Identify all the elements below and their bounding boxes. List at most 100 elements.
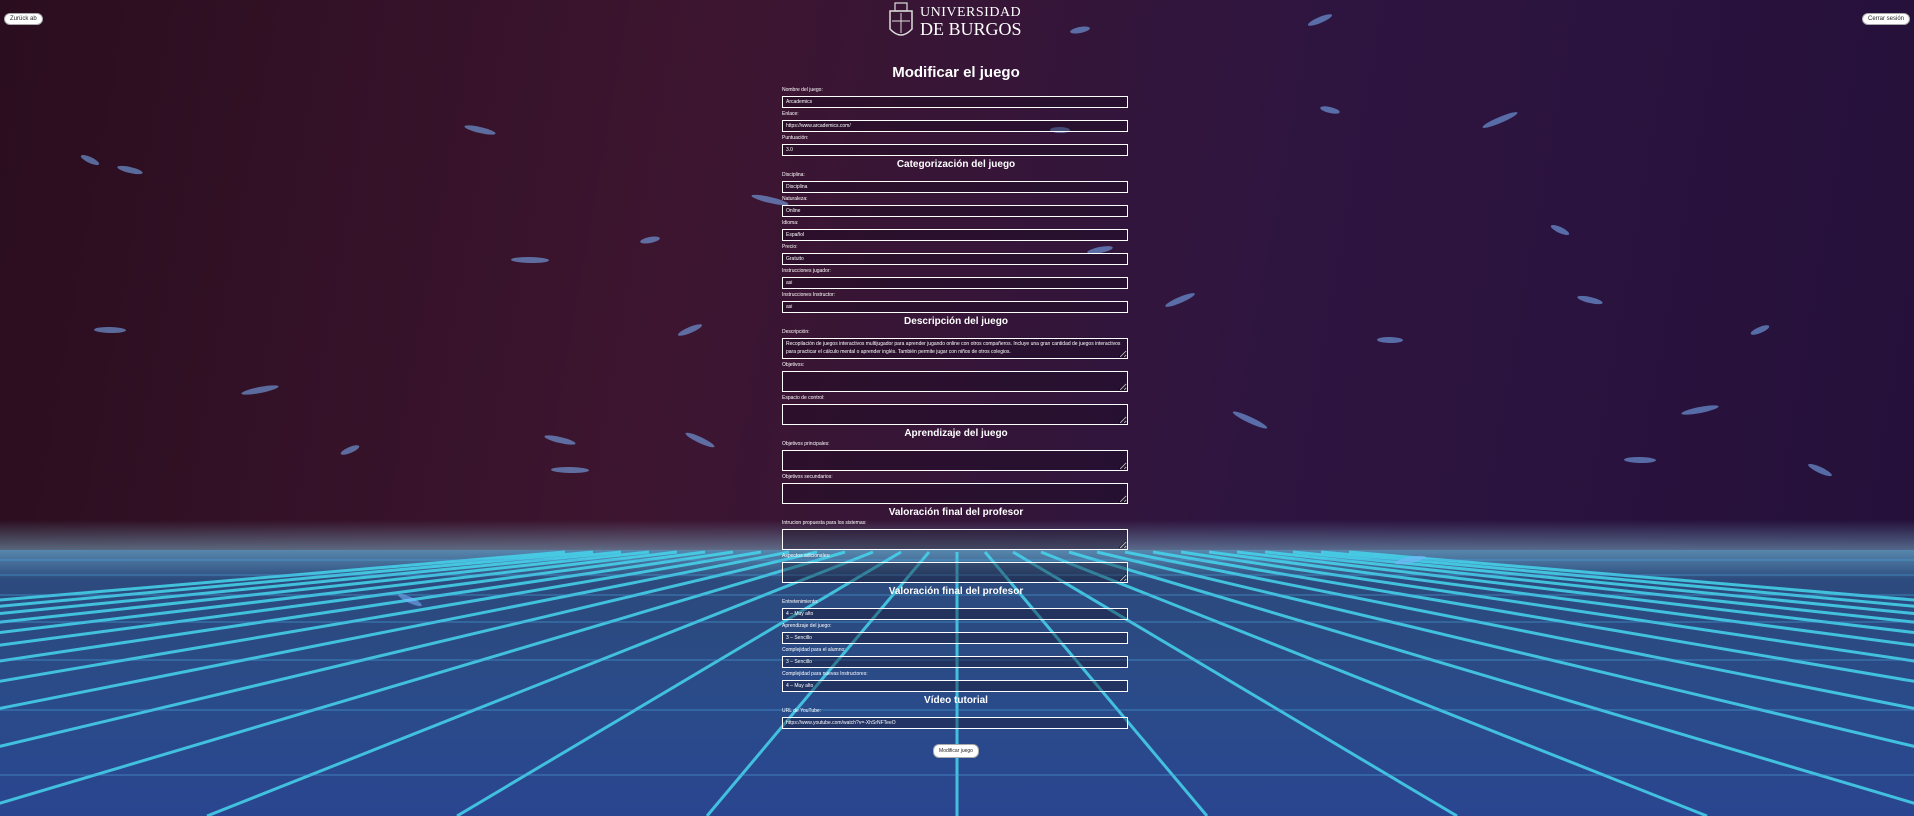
particle <box>1232 411 1268 429</box>
logo-line2: DE BURGOS <box>920 19 1022 39</box>
particle <box>340 445 360 455</box>
label-objetivos: Objetivos: <box>782 362 805 368</box>
idioma-input[interactable] <box>782 229 1128 241</box>
section-aprendizaje: Aprendizaje del juego <box>904 428 1008 439</box>
enlace-input[interactable] <box>782 120 1128 132</box>
grid-line <box>1040 550 1708 816</box>
instr-jugador-input[interactable] <box>782 277 1128 289</box>
obj-secundarios-textarea[interactable] <box>782 483 1128 504</box>
field-espacio: Espacio de control: <box>782 395 1130 425</box>
label-espacio: Espacio de control: <box>782 395 825 401</box>
field-puntuacion: Puntuación: <box>782 135 1130 156</box>
particle <box>1750 325 1770 335</box>
submit-button[interactable]: Modificar juego <box>933 744 979 758</box>
field-precio: Precio: <box>782 244 1130 265</box>
label-puntuacion: Puntuación: <box>782 135 809 141</box>
field-objetivos: Objetivos: <box>782 362 1130 392</box>
field-aspectos: Aspectos adicionales: <box>782 553 1130 583</box>
label-youtube: URL de YouTube: <box>782 708 822 714</box>
naturaleza-input[interactable] <box>782 205 1128 217</box>
page-title: Modificar el juego <box>892 64 1020 81</box>
particle <box>1320 106 1340 114</box>
disciplina-input[interactable] <box>782 181 1128 193</box>
particle <box>677 324 703 336</box>
crest-icon <box>889 2 913 36</box>
field-instr-jugador: Instrucciones jugador: <box>782 268 1130 289</box>
particle <box>544 435 576 445</box>
particle <box>241 385 279 395</box>
complejidad-alumno-select[interactable] <box>782 656 1128 668</box>
particle <box>1482 112 1518 128</box>
label-enlace: Enlace: <box>782 111 799 117</box>
label-instr-jugador: Instrucciones jugador: <box>782 268 831 274</box>
label-aspectos: Aspectos adicionales: <box>782 553 831 559</box>
label-obj-secundarios: Objetivos secundarios: <box>782 474 833 480</box>
section-valoracion-1: Valoración final del profesor <box>888 507 1024 518</box>
particle <box>551 466 589 474</box>
particle <box>1307 14 1333 26</box>
puntuacion-input[interactable] <box>782 144 1128 156</box>
youtube-url-input[interactable] <box>782 717 1128 729</box>
field-enlace: Enlace: <box>782 111 1130 132</box>
field-descripcion: Descripción: Recopilación de juegos inte… <box>782 329 1130 359</box>
section-video: Vídeo tutorial <box>924 695 988 706</box>
logout-button[interactable]: Cerrar sesión <box>1861 13 1910 25</box>
back-button[interactable]: Zurück ab <box>4 13 43 25</box>
particle <box>1624 456 1656 464</box>
field-idioma: Idioma: <box>782 220 1130 241</box>
particle <box>511 256 549 264</box>
section-valoracion-2: Valoración final del profesor <box>888 586 1024 597</box>
aspectos-textarea[interactable] <box>782 562 1128 583</box>
complejidad-instr-select[interactable] <box>782 680 1128 692</box>
label-nombre: Nombre del juego: <box>782 87 823 93</box>
precio-input[interactable] <box>782 253 1128 265</box>
particle <box>80 154 100 166</box>
field-disciplina: Disciplina: <box>782 172 1130 193</box>
label-complejidad-alumno: Complejidad para el alumno: <box>782 647 846 653</box>
submit-wrap: Modificar juego <box>782 739 1130 758</box>
particle <box>117 165 143 175</box>
aprendizaje-select[interactable] <box>782 632 1128 644</box>
particle <box>1165 293 1195 307</box>
field-naturaleza: Naturaleza: <box>782 196 1130 217</box>
label-aprendizaje: Aprendizaje del juego: <box>782 623 832 629</box>
entretenimiento-select[interactable] <box>782 608 1128 620</box>
field-nombre: Nombre del juego: <box>782 87 1130 108</box>
field-obj-principales: Objetivos principales: <box>782 441 1130 471</box>
particle <box>1577 295 1603 305</box>
field-instr-instructor: Instrucciones Instructor: <box>782 292 1130 313</box>
particle <box>1070 26 1090 34</box>
label-instr-instructor: Instrucciones Instructor: <box>782 292 836 298</box>
field-complejidad-instr: Complejidad para nuevas Instructores: <box>782 671 1130 692</box>
particle <box>464 125 496 135</box>
particle <box>94 326 126 334</box>
obj-principales-textarea[interactable] <box>782 450 1128 471</box>
descripcion-textarea[interactable]: Recopilación de juegos interactivos mult… <box>782 338 1128 359</box>
grid-line <box>206 550 874 816</box>
field-aprendizaje: Aprendizaje del juego: <box>782 623 1130 644</box>
particle <box>640 236 660 244</box>
label-complejidad-instr: Complejidad para nuevas Instructores: <box>782 671 868 677</box>
label-precio: Precio: <box>782 244 798 250</box>
instr-instructor-input[interactable] <box>782 301 1128 313</box>
particle <box>1377 336 1403 344</box>
label-idioma: Idioma: <box>782 220 799 226</box>
espacio-textarea[interactable] <box>782 404 1128 425</box>
label-naturaleza: Naturaleza: <box>782 196 808 202</box>
logo-line1: UNIVERSIDAD <box>920 5 1022 20</box>
particle <box>685 432 715 448</box>
objetivos-textarea[interactable] <box>782 371 1128 392</box>
field-mejoras: Intrucion propuesta para los sistemas: <box>782 520 1130 550</box>
particle <box>1550 224 1570 236</box>
mejoras-textarea[interactable] <box>782 529 1128 550</box>
label-mejoras: Intrucion propuesta para los sistemas: <box>782 520 867 526</box>
field-complejidad-alumno: Complejidad para el alumno: <box>782 647 1130 668</box>
label-descripcion: Descripción: <box>782 329 810 335</box>
nombre-input[interactable] <box>782 96 1128 108</box>
field-entretenimiento: Entretenimiento: <box>782 599 1130 620</box>
section-categorizacion: Categorización del juego <box>896 159 1016 170</box>
field-obj-secundarios: Objetivos secundarios: <box>782 474 1130 504</box>
university-logo: UNIVERSIDAD DE BURGOS <box>886 0 1026 44</box>
section-descripcion: Descripción del juego <box>904 316 1008 327</box>
label-entretenimiento: Entretenimiento: <box>782 599 819 605</box>
